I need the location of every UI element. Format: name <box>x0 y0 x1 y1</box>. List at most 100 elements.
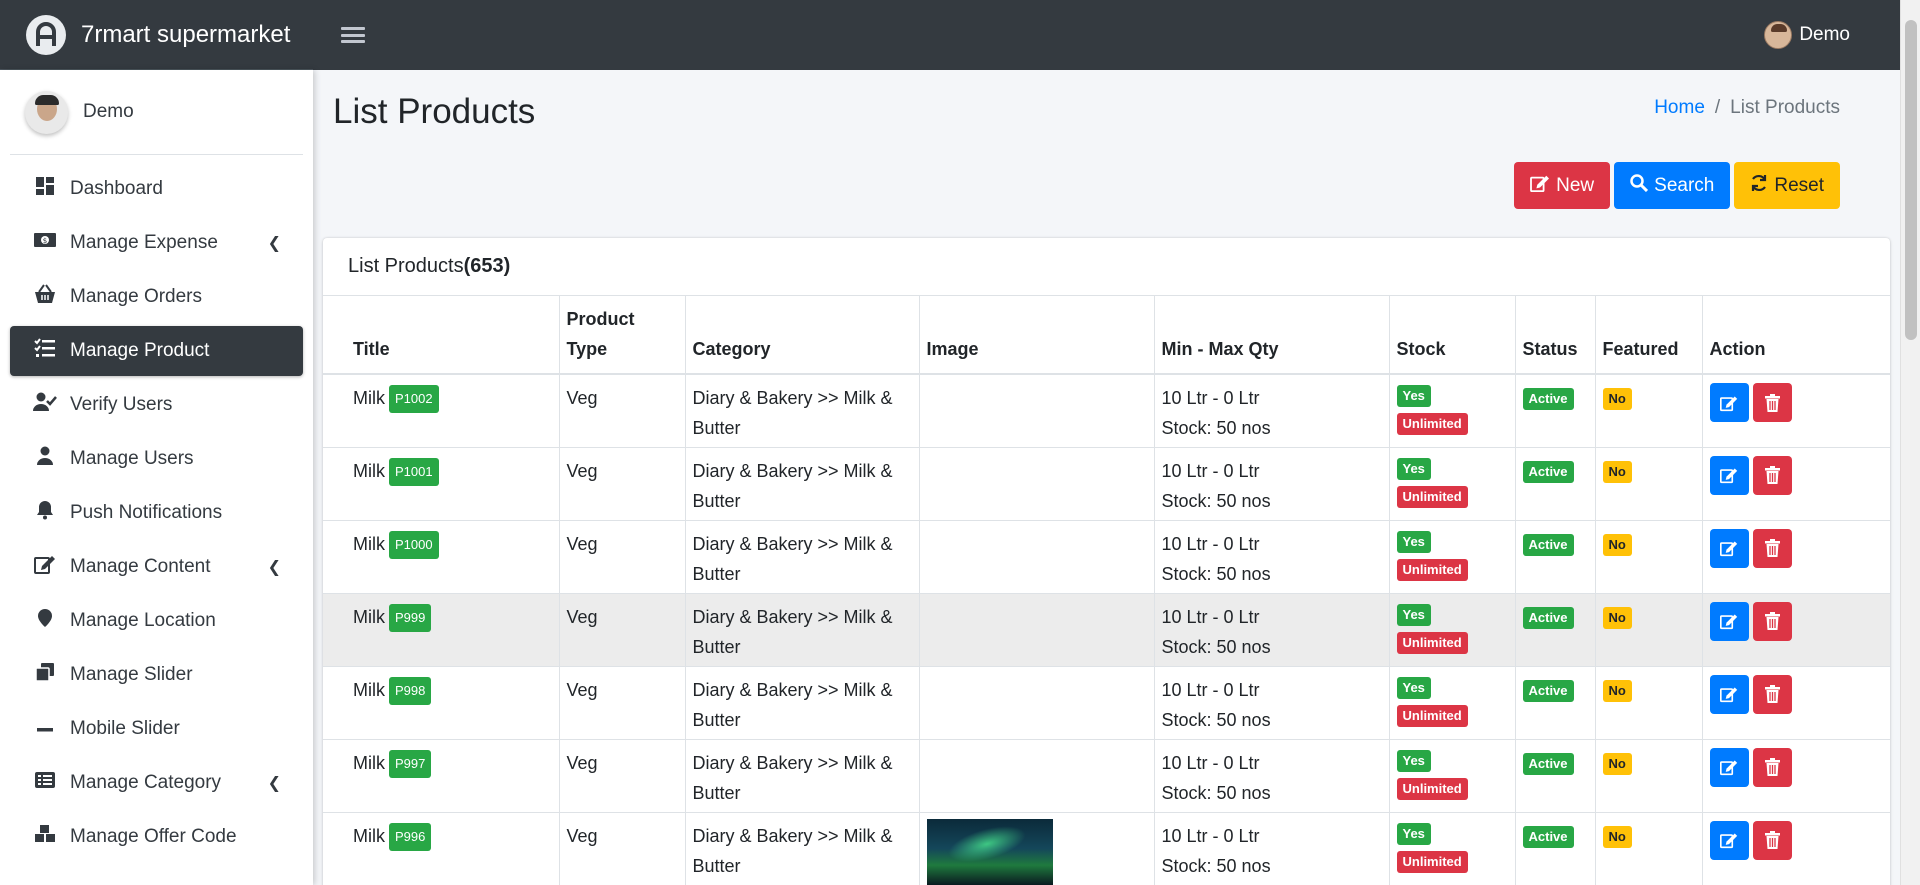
stock-yes-badge: Yes <box>1396 385 1431 407</box>
edit-button[interactable] <box>1709 455 1749 495</box>
delete-button[interactable] <box>1752 674 1792 714</box>
qty-range: 10 Ltr - 0 Ltr <box>1161 533 1260 554</box>
cell-featured: No <box>1595 447 1703 521</box>
delete-button[interactable] <box>1752 528 1792 568</box>
product-code-badge: P1001 <box>389 457 439 486</box>
cell-type: Veg <box>559 593 686 667</box>
stock-unlimited-badge: Unlimited <box>1396 850 1468 873</box>
status-badge[interactable]: Active <box>1522 460 1574 483</box>
sidebar-item-manage-offer-code[interactable]: Manage Offer Code <box>10 812 303 862</box>
featured-badge[interactable]: No <box>1602 606 1632 629</box>
table-row: Milk P999 Veg Diary & Bakery >> Milk & Bu… <box>323 593 1890 667</box>
edit-icon <box>1720 687 1738 703</box>
sidebar-item-manage-users[interactable]: Manage Users <box>10 434 303 484</box>
product-title: Milk <box>353 388 385 408</box>
brand-header[interactable]: 7rmart supermarket <box>0 0 313 70</box>
search-button-label: Search <box>1654 174 1715 196</box>
status-badge[interactable]: Active <box>1522 825 1574 848</box>
featured-badge[interactable]: No <box>1602 388 1632 411</box>
edit-button[interactable] <box>1709 820 1749 860</box>
stock-unlimited-badge: Unlimited <box>1396 558 1468 581</box>
featured-badge[interactable]: No <box>1602 533 1632 556</box>
col-header-product-type[interactable]: Product Type <box>559 296 686 375</box>
sidebar-nav: Dashboard $ Manage Expense ❮ Manage Orde… <box>0 164 313 862</box>
sidebar-item-manage-slider[interactable]: Manage Slider <box>10 650 303 700</box>
sidebar-item-manage-category[interactable]: Manage Category ❮ <box>10 758 303 808</box>
cell-stock: Yes Unlimited <box>1389 447 1516 521</box>
cell-image <box>919 812 1155 885</box>
sidebar-item-manage-orders[interactable]: Manage Orders <box>10 272 303 322</box>
new-button[interactable]: New <box>1514 162 1611 209</box>
delete-button[interactable] <box>1752 820 1792 860</box>
delete-button[interactable] <box>1752 601 1792 641</box>
qty-range: 10 Ltr - 0 Ltr <box>1161 752 1260 773</box>
delete-button[interactable] <box>1752 455 1792 495</box>
sidebar-item-manage-location[interactable]: Manage Location <box>10 596 303 646</box>
cell-status: Active <box>1515 593 1596 667</box>
col-header-image[interactable]: Image <box>919 296 1155 375</box>
delete-button[interactable] <box>1752 383 1792 422</box>
qty-range: 10 Ltr - 0 Ltr <box>1161 679 1260 700</box>
breadcrumb-home-link[interactable]: Home <box>1654 97 1705 118</box>
sidebar-item-manage-content[interactable]: Manage Content ❮ <box>10 542 303 592</box>
scrollbar-thumb[interactable] <box>1905 20 1917 340</box>
basket-icon <box>33 284 57 310</box>
edit-icon <box>1720 833 1738 849</box>
cell-type: Veg <box>559 739 686 813</box>
cell-status: Active <box>1515 520 1596 594</box>
status-badge[interactable]: Active <box>1522 533 1574 556</box>
sidebar-item-dashboard[interactable]: Dashboard <box>10 164 303 214</box>
sidebar-item-push-notifications[interactable]: Push Notifications <box>10 488 303 538</box>
cell-category: Diary & Bakery >> Milk & Butter <box>685 374 920 448</box>
reset-button-label: Reset <box>1774 174 1824 196</box>
edit-button[interactable] <box>1709 747 1749 787</box>
col-header-category[interactable]: Category <box>685 296 920 375</box>
cell-qty: 10 Ltr - 0 Ltr Stock: 50 nos <box>1154 666 1390 740</box>
col-header-title[interactable]: Title <box>323 296 560 375</box>
cell-image <box>919 666 1155 740</box>
cell-title: Milk P997 <box>323 739 560 813</box>
cell-title: Milk P999 <box>323 593 560 667</box>
reset-button[interactable]: Reset <box>1734 162 1840 209</box>
col-header-status[interactable]: Status <box>1515 296 1596 375</box>
stock-yes-badge: Yes <box>1396 457 1431 480</box>
edit-icon <box>1720 614 1738 630</box>
edit-button[interactable] <box>1709 528 1749 568</box>
stock-yes-badge: Yes <box>1396 822 1431 845</box>
featured-badge[interactable]: No <box>1602 752 1632 775</box>
product-image[interactable] <box>926 818 1053 885</box>
featured-badge[interactable]: No <box>1602 460 1632 483</box>
cell-featured: No <box>1595 812 1703 885</box>
status-badge[interactable]: Active <box>1522 388 1574 411</box>
status-badge[interactable]: Active <box>1522 752 1574 775</box>
featured-badge[interactable]: No <box>1602 825 1632 848</box>
edit-button[interactable] <box>1709 601 1749 641</box>
status-badge[interactable]: Active <box>1522 679 1574 702</box>
stock-count: Stock: 50 nos <box>1161 782 1271 803</box>
delete-button[interactable] <box>1752 747 1792 787</box>
trash-icon <box>1764 758 1780 776</box>
col-header-featured[interactable]: Featured <box>1595 296 1703 375</box>
page-scrollbar[interactable] <box>1900 0 1920 885</box>
col-header-stock[interactable]: Stock <box>1389 296 1516 375</box>
search-button[interactable]: Search <box>1614 162 1731 209</box>
sidebar-item-manage-product[interactable]: Manage Product <box>10 326 303 376</box>
cell-title: Milk P998 <box>323 666 560 740</box>
status-badge[interactable]: Active <box>1522 606 1574 629</box>
cell-title: Milk P1002 <box>323 374 560 448</box>
edit-button[interactable] <box>1709 674 1749 714</box>
qty-range: 10 Ltr - 0 Ltr <box>1161 460 1260 481</box>
edit-button[interactable] <box>1709 383 1749 422</box>
user-menu[interactable]: Demo <box>1764 0 1850 70</box>
sidebar-item-manage-expense[interactable]: $ Manage Expense ❮ <box>10 218 303 268</box>
sidebar-user-panel[interactable]: Demo <box>10 70 303 155</box>
sidebar-item-verify-users[interactable]: Verify Users <box>10 380 303 430</box>
list-alt-icon <box>33 770 57 796</box>
sidebar-item-mobile-slider[interactable]: Mobile Slider <box>10 704 303 754</box>
product-code-badge: P996 <box>389 822 432 851</box>
featured-badge[interactable]: No <box>1602 679 1632 702</box>
menu-toggle-icon[interactable] <box>341 25 365 45</box>
svg-text:$: $ <box>43 237 47 245</box>
col-header-qty[interactable]: Min - Max Qty <box>1154 296 1390 375</box>
chevron-left-icon: ❮ <box>267 775 281 792</box>
